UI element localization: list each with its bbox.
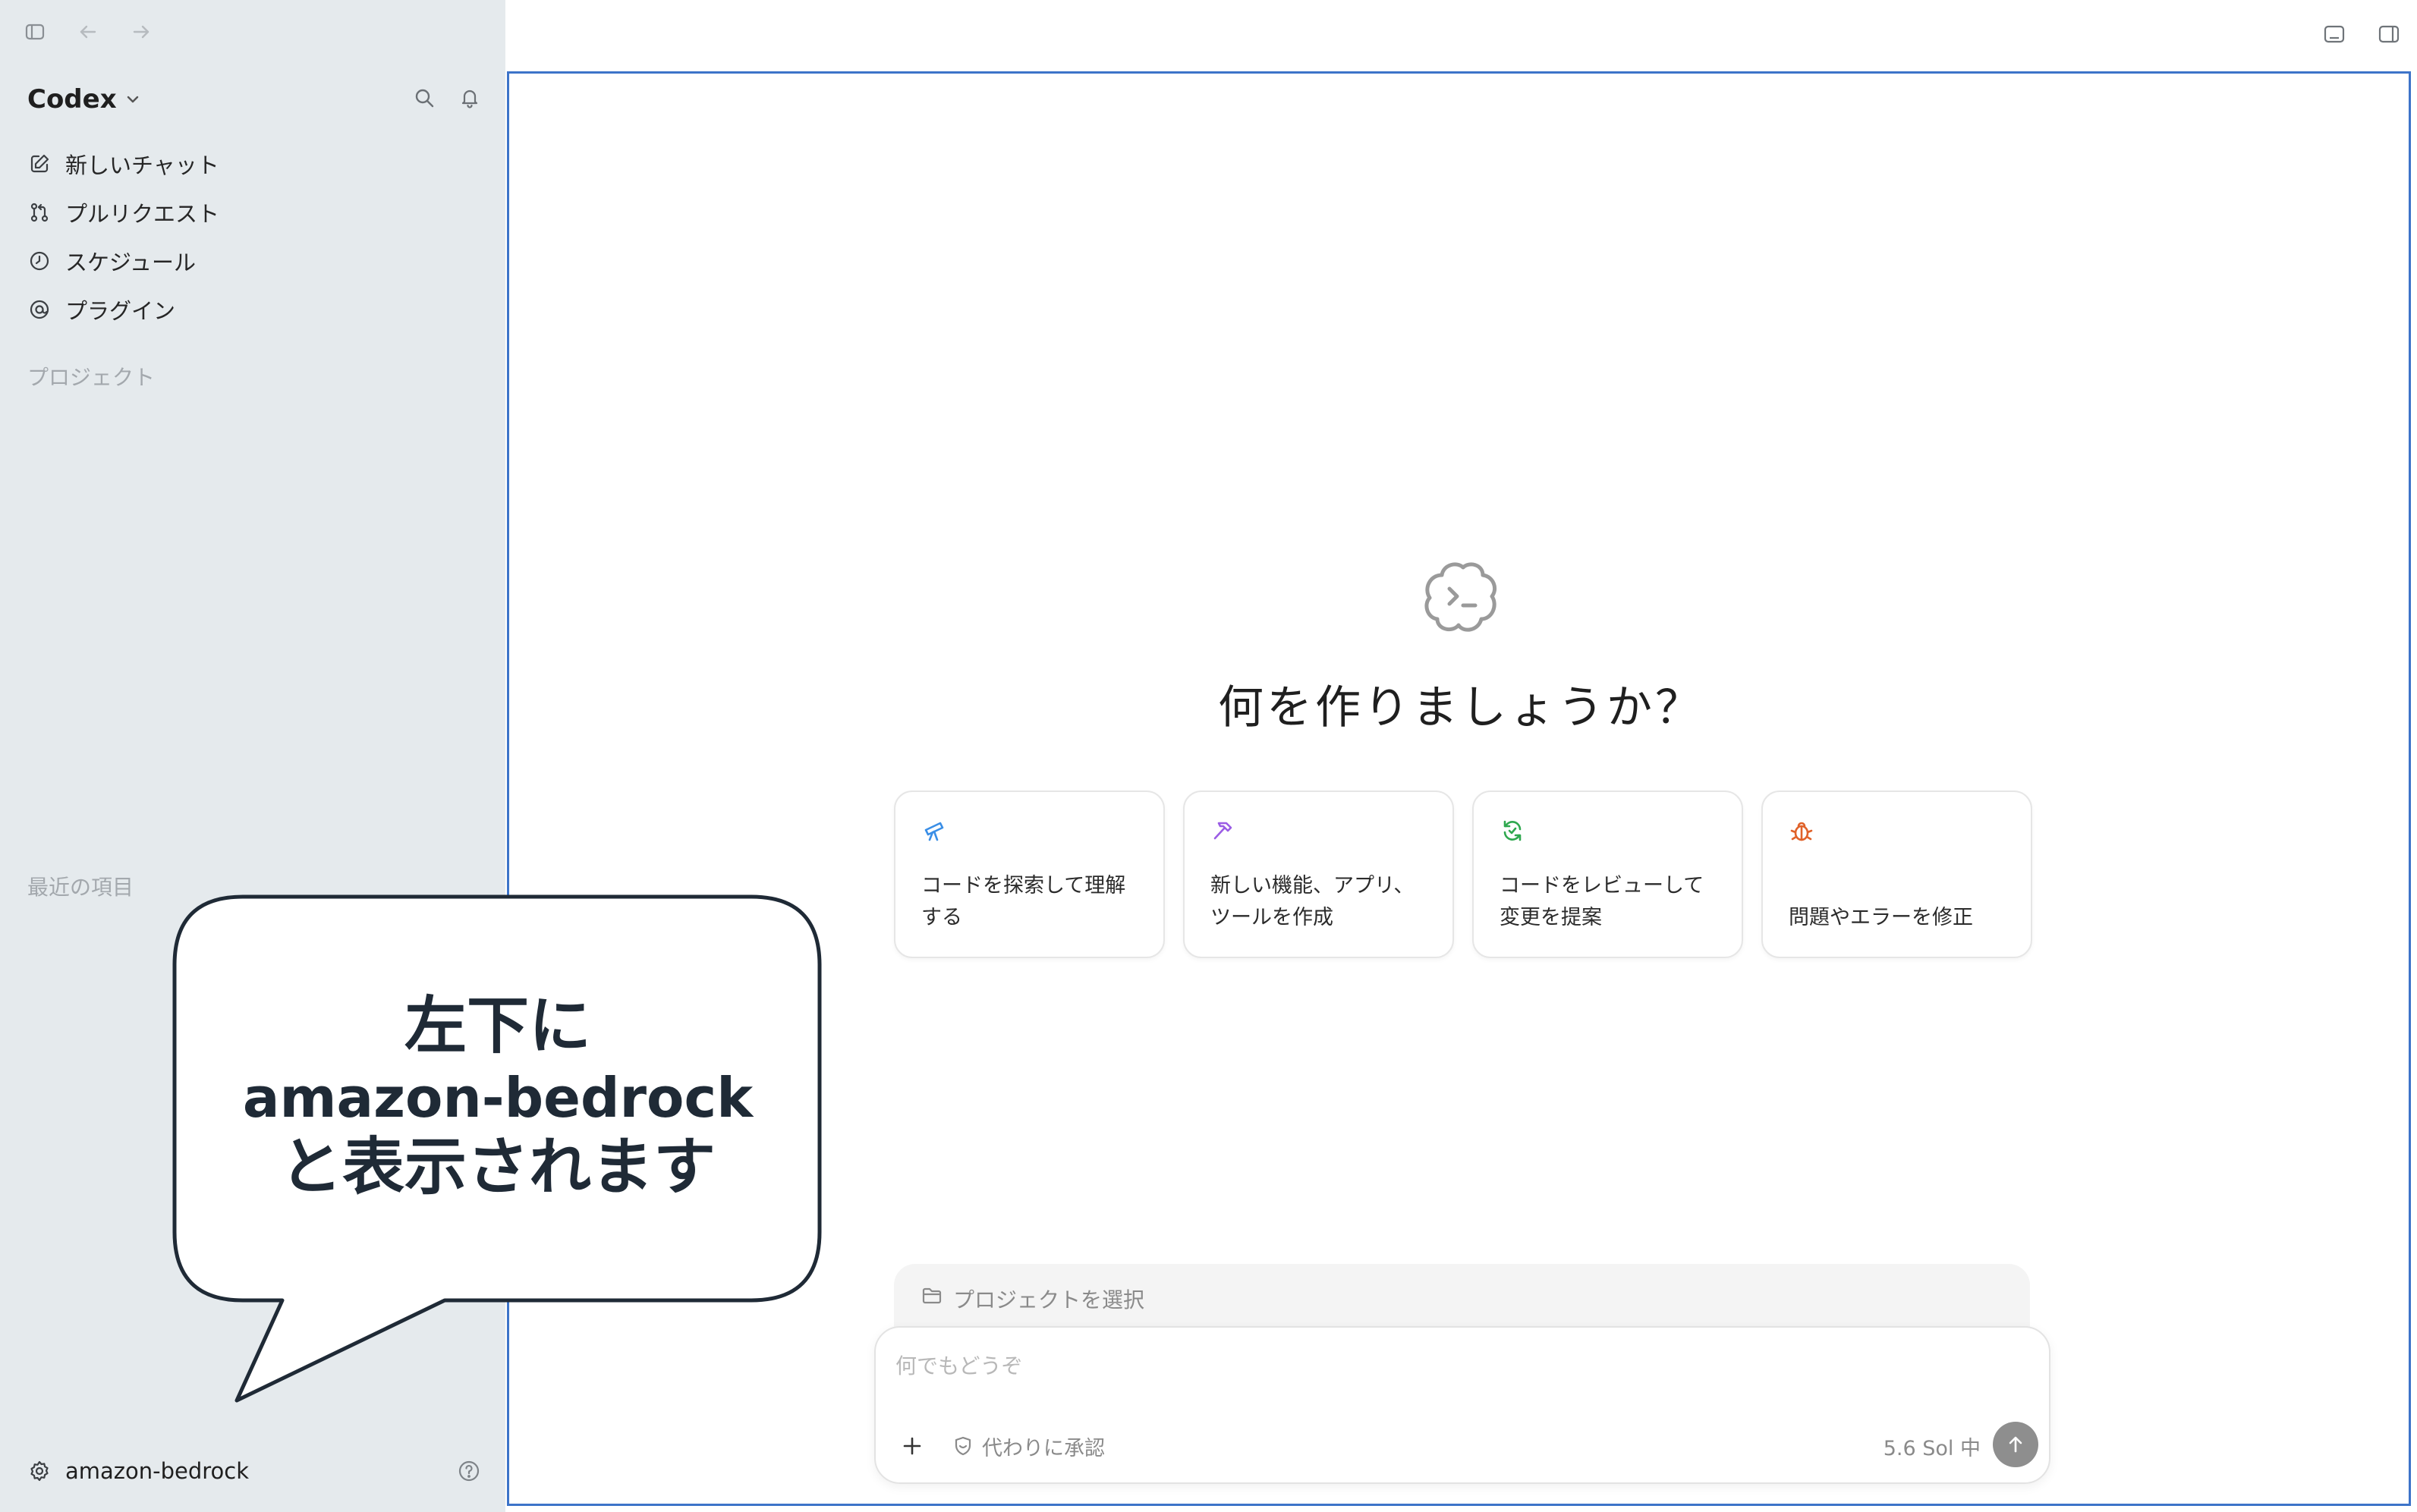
bottom-panel-toggle-icon[interactable]: [2323, 23, 2346, 49]
composer: 代わりに承認 5.6 Sol 中: [874, 1326, 2050, 1484]
suggestion-card-fix[interactable]: 問題やエラーを修正: [1761, 791, 2032, 958]
suggestion-card-text: 新しい機能、アプリ、 ツールを作成: [1210, 874, 1415, 929]
projects-section-label: プロジェクト: [27, 365, 156, 390]
suggestion-card-text: 問題やエラーを修正: [1789, 906, 1973, 929]
suggestion-card-text: コードをレビューして 変更を提案: [1500, 874, 1704, 929]
folder-icon: [920, 1284, 944, 1308]
project-select[interactable]: プロジェクトを選択: [894, 1264, 2030, 1332]
sidebar-item-label: スケジュール: [65, 250, 196, 275]
callout-text: 左下に amazon-bedrock と表示されます: [178, 895, 818, 1297]
sidebar-item-label: プルリクエスト: [65, 201, 220, 227]
suggestion-card-explore[interactable]: コードを探索して理解 する: [894, 791, 1165, 958]
topbar-actions: [2323, 23, 2400, 49]
sidebar-item-label: プラグイン: [65, 298, 176, 324]
add-button[interactable]: [897, 1431, 927, 1461]
hammer-icon: [1210, 818, 1236, 844]
clock-icon: [27, 249, 52, 273]
sidebar-item-pull-requests[interactable]: プルリクエスト: [27, 188, 481, 237]
codex-cloud-terminal-icon: [1419, 558, 1503, 637]
project-select-label: プロジェクトを選択: [953, 1287, 1145, 1312]
telescope-icon: [921, 818, 947, 844]
compose-icon: [27, 152, 52, 176]
suggestion-card-text: コードを探索して理解 する: [921, 874, 1126, 929]
callout-line: amazon-bedrock: [242, 1066, 754, 1130]
auto-approve-label: 代わりに承認: [982, 1436, 1105, 1460]
sidebar-toggle-icon[interactable]: [23, 20, 47, 44]
window-controls: [23, 20, 153, 44]
suggestion-card-review[interactable]: コードをレビューして 変更を提案: [1472, 791, 1743, 958]
callout-line: と表示されます: [279, 1131, 716, 1203]
app-title[interactable]: Codex: [27, 84, 117, 115]
main-topbar: [507, 0, 2417, 71]
shield-check-icon: [952, 1435, 974, 1457]
model-select[interactable]: 5.6 Sol 中: [1884, 1431, 1981, 1461]
review-refresh-icon: [1500, 818, 1525, 844]
sidebar-item-label: 新しいチャット: [65, 152, 219, 178]
suggestion-cards: コードを探索して理解 する 新しい機能、アプリ、 ツールを作成 コードをレビュー…: [894, 791, 2032, 958]
auto-approve-toggle[interactable]: 代わりに承認: [952, 1431, 1105, 1461]
sidebar-item-plugins[interactable]: プラグイン: [27, 285, 481, 334]
chevron-down-icon[interactable]: [124, 91, 141, 108]
title-actions: [413, 86, 481, 112]
gear-icon[interactable]: [27, 1459, 52, 1483]
bell-icon[interactable]: [458, 86, 481, 112]
help-icon[interactable]: [457, 1459, 481, 1483]
sidebar-footer: amazon-bedrock: [27, 1452, 481, 1490]
sidebar-item-new-chat[interactable]: 新しいチャット: [27, 140, 481, 188]
back-arrow-icon[interactable]: [76, 20, 100, 44]
send-button[interactable]: [1993, 1422, 2038, 1467]
pull-request-icon: [27, 200, 52, 225]
app-title-row: Codex: [27, 80, 481, 118]
sidebar-item-schedule[interactable]: スケジュール: [27, 237, 481, 285]
sidebar-nav: 新しいチャット プルリクエスト スケジュール プラグイン: [27, 140, 481, 334]
recent-section-label: 最近の項目: [27, 875, 134, 900]
callout-line: 左下に: [404, 990, 591, 1062]
hero-title: 何を作りましょうか？: [1218, 681, 1704, 734]
forward-arrow-icon[interactable]: [129, 20, 153, 44]
suggestion-card-build[interactable]: 新しい機能、アプリ、 ツールを作成: [1183, 791, 1454, 958]
account-name[interactable]: amazon-bedrock: [65, 1458, 249, 1484]
plugin-icon: [27, 297, 52, 322]
right-panel-toggle-icon[interactable]: [2378, 23, 2400, 49]
search-icon[interactable]: [413, 86, 436, 112]
bug-icon: [1789, 818, 1814, 844]
prompt-input[interactable]: [894, 1346, 1959, 1385]
